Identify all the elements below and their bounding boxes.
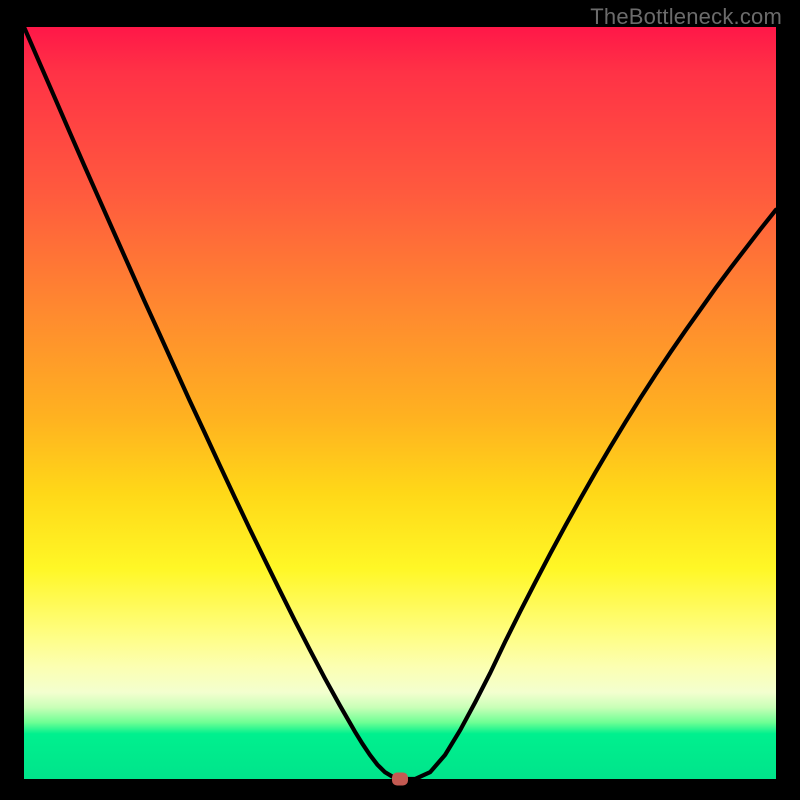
optimum-marker: [392, 773, 408, 786]
chart-frame: TheBottleneck.com: [0, 0, 800, 800]
plot-area: [24, 27, 776, 779]
bottleneck-curve: [24, 27, 776, 779]
